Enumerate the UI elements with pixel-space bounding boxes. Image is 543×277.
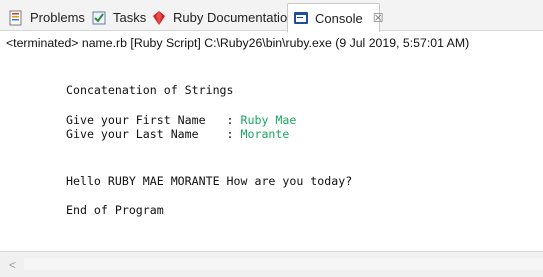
console-status: <terminated> name.rb [Ruby Script] C:\Ru…	[6, 36, 470, 50]
tab-console[interactable]: Console ☒	[287, 3, 383, 32]
greeting-line: Hello RUBY MAE MORANTE How are you today…	[66, 174, 353, 188]
console-output: Concatenation of Strings Give your First…	[0, 56, 543, 251]
console-icon	[293, 10, 309, 26]
tab-ruby-documentation[interactable]: Ruby Documentation	[151, 4, 294, 31]
last-name-prompt: Give your Last Name :	[66, 127, 241, 141]
tab-tasks[interactable]: Tasks	[91, 4, 146, 31]
last-name-line: Give your Last Name : Morante	[66, 127, 289, 141]
first-name-line: Give your First Name : Ruby Mae	[66, 113, 296, 127]
first-name-prompt: Give your First Name :	[66, 113, 241, 127]
console-title-line: Concatenation of Strings	[66, 83, 234, 97]
view-tab-bar: Problems Tasks Ruby Documentation Consol…	[0, 0, 543, 32]
tasks-icon	[91, 10, 107, 26]
tab-label: Console	[315, 10, 363, 26]
tab-label: Ruby Documentation	[173, 10, 295, 25]
problems-icon	[8, 10, 24, 26]
horizontal-scrollbar[interactable]: <	[0, 251, 543, 277]
tab-problems[interactable]: Problems	[8, 4, 85, 31]
scroll-track[interactable]	[24, 258, 543, 270]
tab-label: Problems	[30, 10, 85, 25]
close-icon[interactable]: ☒	[373, 12, 384, 24]
first-name-input: Ruby Mae	[240, 113, 297, 127]
scroll-left-icon[interactable]: <	[9, 258, 16, 272]
ruby-doc-icon	[151, 10, 167, 26]
last-name-input: Morante	[240, 127, 290, 141]
tab-label: Tasks	[113, 10, 147, 25]
end-line: End of Program	[66, 203, 164, 217]
